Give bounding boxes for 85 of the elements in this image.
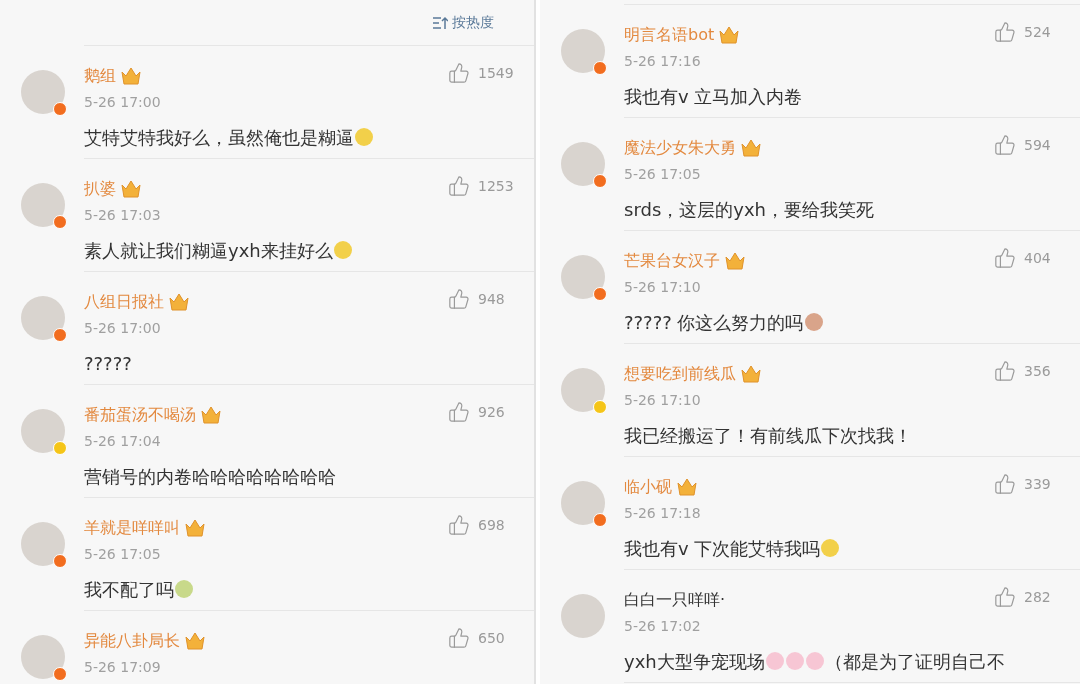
like-count: 404 — [1024, 248, 1052, 268]
like-count: 1253 — [478, 176, 515, 196]
comment-text: 我不配了吗 — [84, 577, 174, 602]
avatar-placeholder[interactable] — [21, 522, 65, 566]
user-name[interactable]: 魔法少女朱大勇 — [624, 136, 736, 160]
avatar-placeholder[interactable] — [561, 368, 605, 412]
avatar-placeholder[interactable] — [561, 594, 605, 638]
like-icon[interactable] — [994, 134, 1016, 156]
avatar-placeholder[interactable] — [21, 635, 65, 679]
user-name[interactable]: 羊就是咩咩叫 — [84, 516, 180, 540]
like-icon[interactable] — [448, 288, 470, 310]
comment-text: 我也有v 立马加入内卷 — [624, 84, 803, 109]
comment-time: 5-26 17:00 — [84, 93, 162, 112]
crown-badge-icon — [168, 292, 190, 312]
comment-time: 5-26 17:16 — [624, 52, 702, 71]
avatar-placeholder[interactable] — [21, 183, 65, 227]
comment-time: 5-26 17:02 — [624, 617, 702, 636]
user-name[interactable]: 临小砚 — [624, 475, 672, 499]
comment-time: 5-26 17:05 — [624, 165, 702, 184]
like-icon[interactable] — [994, 360, 1016, 382]
comment-text: ????? 你这么努力的吗 — [624, 310, 804, 335]
crown-badge-icon — [184, 518, 206, 538]
comment-text: （都是为了证明自己不 — [824, 649, 1005, 674]
comment-text: yxh大型争宠现场 — [624, 649, 765, 674]
comment-time: 5-26 17:10 — [624, 391, 702, 410]
crown-badge-icon — [724, 251, 746, 271]
user-name[interactable]: 想要吃到前线瓜 — [624, 362, 736, 386]
like-icon[interactable] — [448, 175, 470, 197]
avatar-placeholder[interactable] — [21, 296, 65, 340]
avatar-placeholder[interactable] — [21, 409, 65, 453]
user-name[interactable]: 扒婆 — [84, 177, 116, 201]
crown-badge-icon — [120, 179, 142, 199]
user-name[interactable]: 芒果台女汉子 — [624, 249, 720, 273]
like-count: 926 — [478, 402, 506, 422]
user-name[interactable]: 八组日报社 — [84, 290, 164, 314]
crown-badge-icon — [718, 25, 741, 45]
user-name[interactable]: 白白一只咩咩· — [624, 588, 726, 612]
comment-time: 5-26 17:10 — [624, 278, 702, 297]
comment-time: 5-26 17:05 — [84, 545, 162, 564]
comment-text: ????? — [84, 351, 132, 376]
like-count: 524 — [1024, 22, 1052, 42]
comment-text: 营销号的内卷哈哈哈哈哈哈哈哈 — [84, 464, 336, 489]
like-icon[interactable] — [994, 21, 1016, 43]
comment-text: 我也有v 下次能艾特我吗 — [624, 536, 821, 561]
comment-text: 我已经搬运了！有前线瓜下次找我！ — [624, 423, 912, 448]
comment-text: 艾特艾特我好么，虽然俺也是糊逼 — [84, 125, 354, 150]
like-count: 650 — [478, 628, 506, 648]
avatar-placeholder[interactable] — [21, 70, 65, 114]
crown-badge-icon — [184, 631, 206, 651]
sort-icon — [432, 15, 448, 30]
like-icon[interactable] — [994, 473, 1016, 495]
comment-time: 5-26 17:18 — [624, 504, 702, 523]
like-icon[interactable] — [448, 401, 470, 423]
comment-time: 5-26 17:00 — [84, 319, 162, 338]
like-count: 282 — [1024, 587, 1052, 607]
comment-time: 5-26 17:04 — [84, 432, 162, 451]
like-count: 339 — [1024, 474, 1052, 494]
avatar-placeholder[interactable] — [561, 255, 605, 299]
like-count: 948 — [478, 289, 506, 309]
user-name[interactable]: 明言名语bot — [624, 23, 715, 47]
comment-text: srds，这层的yxh，要给我笑死 — [624, 197, 874, 222]
crown-badge-icon — [676, 477, 698, 497]
crown-badge-icon — [200, 405, 222, 425]
crown-badge-icon — [120, 66, 142, 86]
crown-badge-icon — [740, 364, 762, 384]
comment-time: 5-26 17:03 — [84, 206, 162, 225]
like-count: 594 — [1024, 135, 1052, 155]
like-icon[interactable] — [448, 627, 470, 649]
like-count: 356 — [1024, 361, 1052, 381]
like-icon[interactable] — [448, 514, 470, 536]
avatar-placeholder[interactable] — [561, 481, 605, 525]
like-icon[interactable] — [448, 62, 470, 84]
like-icon[interactable] — [994, 586, 1016, 608]
user-name[interactable]: 鹅组 — [84, 64, 116, 88]
sort-button[interactable]: 按热度 — [432, 12, 494, 33]
like-count: 1549 — [478, 63, 515, 83]
crown-badge-icon — [740, 138, 762, 158]
like-count: 698 — [478, 515, 506, 535]
user-name[interactable]: 异能八卦局长 — [84, 629, 180, 653]
user-name[interactable]: 番茄蛋汤不喝汤 — [84, 403, 196, 427]
like-icon[interactable] — [994, 247, 1016, 269]
comment-time: 5-26 17:09 — [84, 658, 162, 677]
comment-text: 素人就让我们糊逼yxh来挂好么 — [84, 238, 333, 263]
avatar-placeholder[interactable] — [561, 29, 605, 73]
avatar-placeholder[interactable] — [561, 142, 605, 186]
